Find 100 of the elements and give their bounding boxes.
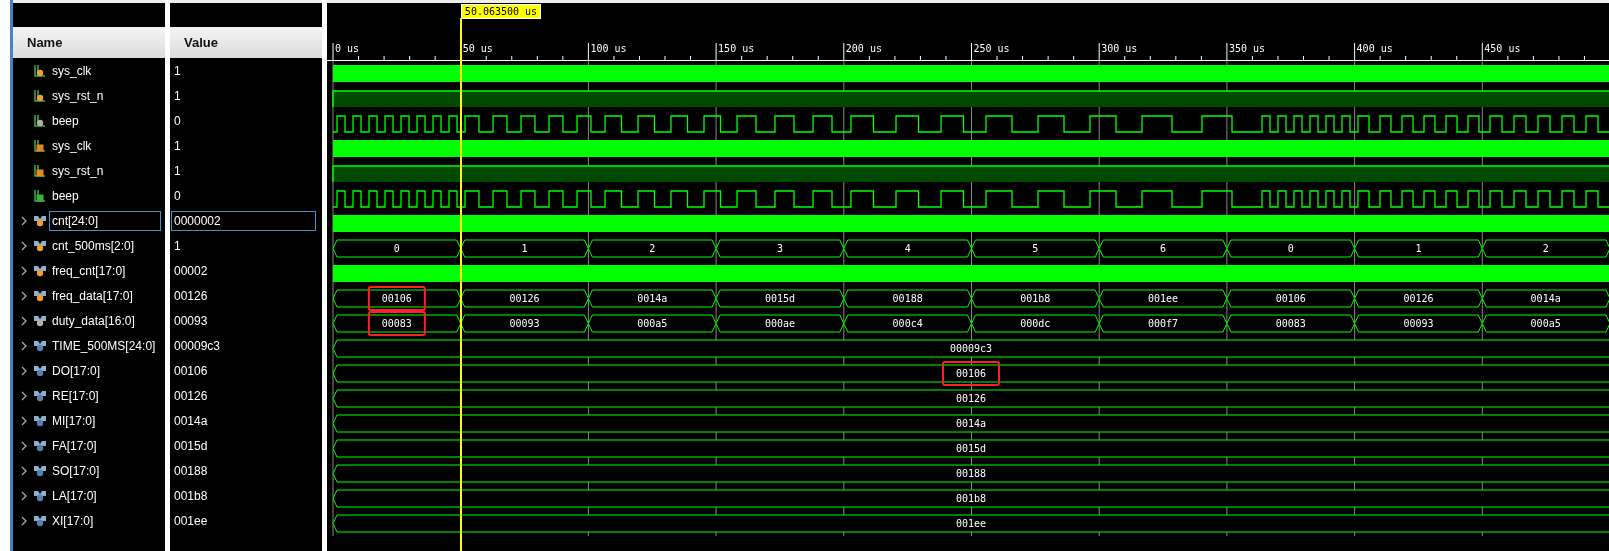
signal-name[interactable]: cnt[24:0] [49, 210, 161, 231]
signal-icon [34, 189, 46, 202]
signal-value: 00093 [173, 312, 209, 330]
chevron-icon[interactable] [21, 490, 27, 501]
signal-icon [34, 164, 46, 177]
bus-segment: 000dc [971, 314, 1100, 333]
signal-icon [34, 114, 46, 127]
signal-name[interactable]: cnt_500ms[2:0] [49, 235, 138, 256]
signal-name[interactable]: MI[17:0] [49, 410, 99, 431]
chevron-icon[interactable] [21, 290, 27, 301]
signal-name[interactable]: sys_clk [49, 135, 95, 156]
chevron-icon[interactable] [21, 340, 27, 351]
chevron-icon[interactable] [21, 240, 27, 251]
bus-segment: 001ee [1098, 289, 1228, 308]
bus-segment: 000a5 [587, 314, 717, 333]
tick-label: 0 us [335, 43, 360, 54]
signal-name[interactable]: LA[17:0] [49, 485, 100, 506]
signal-value: 00126 [173, 287, 209, 305]
tick-label: 200 us [845, 43, 882, 54]
signal-name[interactable]: duty_data[16:0] [49, 310, 138, 331]
bus-segment: 0014a [1481, 289, 1609, 308]
bus-signal-icon [34, 464, 46, 477]
bus-segment: 0015d [332, 439, 1609, 458]
chevron-icon[interactable] [21, 440, 27, 451]
cursor-time-label: 50.063500 us [460, 4, 542, 19]
signal-name[interactable]: freq_cnt[17:0] [49, 260, 129, 281]
signal-name[interactable]: sys_rst_n [49, 160, 107, 181]
chevron-icon[interactable] [21, 215, 27, 226]
signal-icon [34, 64, 46, 77]
signal-value: 0000002 [171, 210, 316, 231]
bus-signal-icon [34, 439, 46, 452]
bus-segment: 00083 [332, 314, 462, 333]
bus-segment: 00009c3 [332, 339, 1609, 358]
tick-label: 300 us [1101, 43, 1138, 54]
bus-segment: 1 [1354, 239, 1483, 258]
signal-name[interactable]: beep [49, 185, 82, 206]
bus-segment: 00126 [460, 289, 589, 308]
chevron-icon[interactable] [21, 315, 27, 326]
bus-segment: 0015d [715, 289, 845, 308]
signal-name[interactable]: XI[17:0] [49, 510, 97, 531]
bus-segment: 00106 [332, 289, 462, 308]
signal-value: 00126 [173, 387, 209, 405]
value-column-header[interactable]: Value [170, 27, 322, 58]
bus-segment: 000ae [715, 314, 845, 333]
signal-value: 0014a [173, 412, 209, 430]
bus-segment: 000a5 [1481, 314, 1609, 333]
bus-signal-icon [34, 289, 46, 302]
signal-value: 0 [173, 112, 182, 130]
bus-segment: 001b8 [332, 489, 1609, 508]
bus-signal-icon [34, 364, 46, 377]
signal-value: 1 [173, 237, 182, 255]
signal-value: 00009c3 [173, 337, 222, 355]
signal-name[interactable]: sys_clk [49, 60, 95, 81]
tick-label: 250 us [973, 43, 1010, 54]
bus-signal-icon [34, 339, 46, 352]
bus-segment: 00126 [332, 389, 1609, 408]
chevron-icon[interactable] [21, 390, 27, 401]
tick-label: 450 us [1484, 43, 1521, 54]
signal-name[interactable]: SO[17:0] [49, 460, 103, 481]
signal-value: 001ee [173, 512, 209, 530]
bus-segment: 5 [971, 239, 1100, 258]
bus-segment: 000c4 [843, 314, 972, 333]
bus-signal-icon [34, 489, 46, 502]
bus-segment: 0014a [332, 414, 1609, 433]
bus-segment: 00126 [1354, 289, 1483, 308]
signal-name[interactable]: FA[17:0] [49, 435, 100, 456]
chevron-icon[interactable] [21, 465, 27, 476]
chevron-icon[interactable] [21, 265, 27, 276]
signal-value: 1 [173, 87, 182, 105]
signal-value: 1 [173, 137, 182, 155]
tick-label: 350 us [1228, 43, 1266, 54]
name-column-header[interactable]: Name [13, 27, 165, 58]
tick-label: 150 us [718, 43, 755, 54]
bus-segment: 0 [1226, 239, 1356, 258]
signal-value: 00106 [173, 362, 209, 380]
chevron-icon[interactable] [21, 365, 27, 376]
bus-segment: 4 [843, 239, 972, 258]
signal-name[interactable]: TIME_500MS[24:0] [49, 335, 159, 356]
signal-value: 00002 [173, 262, 209, 280]
signal-name[interactable]: beep [49, 110, 82, 131]
bus-segment: 00106 [1226, 289, 1356, 308]
cursor-line[interactable] [459, 18, 462, 551]
signal-value: 001b8 [173, 487, 209, 505]
signal-name[interactable]: sys_rst_n [49, 85, 107, 106]
bus-segment: 00083 [1226, 314, 1356, 333]
chevron-icon[interactable] [21, 515, 27, 526]
signal-value: 0 [173, 187, 182, 205]
bus-segment: 00093 [1354, 314, 1483, 333]
bus-segment: 001ee [332, 514, 1609, 533]
bus-segment: 1 [460, 239, 589, 258]
chevron-icon[interactable] [21, 415, 27, 426]
signal-name[interactable]: RE[17:0] [49, 385, 102, 406]
bus-segment: 3 [715, 239, 845, 258]
bus-segment: 2 [587, 239, 717, 258]
signal-name[interactable]: freq_data[17:0] [49, 285, 136, 306]
bus-signal-icon [34, 214, 46, 227]
bus-signal-icon [34, 239, 46, 252]
signal-value: 00188 [173, 462, 209, 480]
signal-name[interactable]: DO[17:0] [49, 360, 104, 381]
bus-signal-icon [34, 389, 46, 402]
